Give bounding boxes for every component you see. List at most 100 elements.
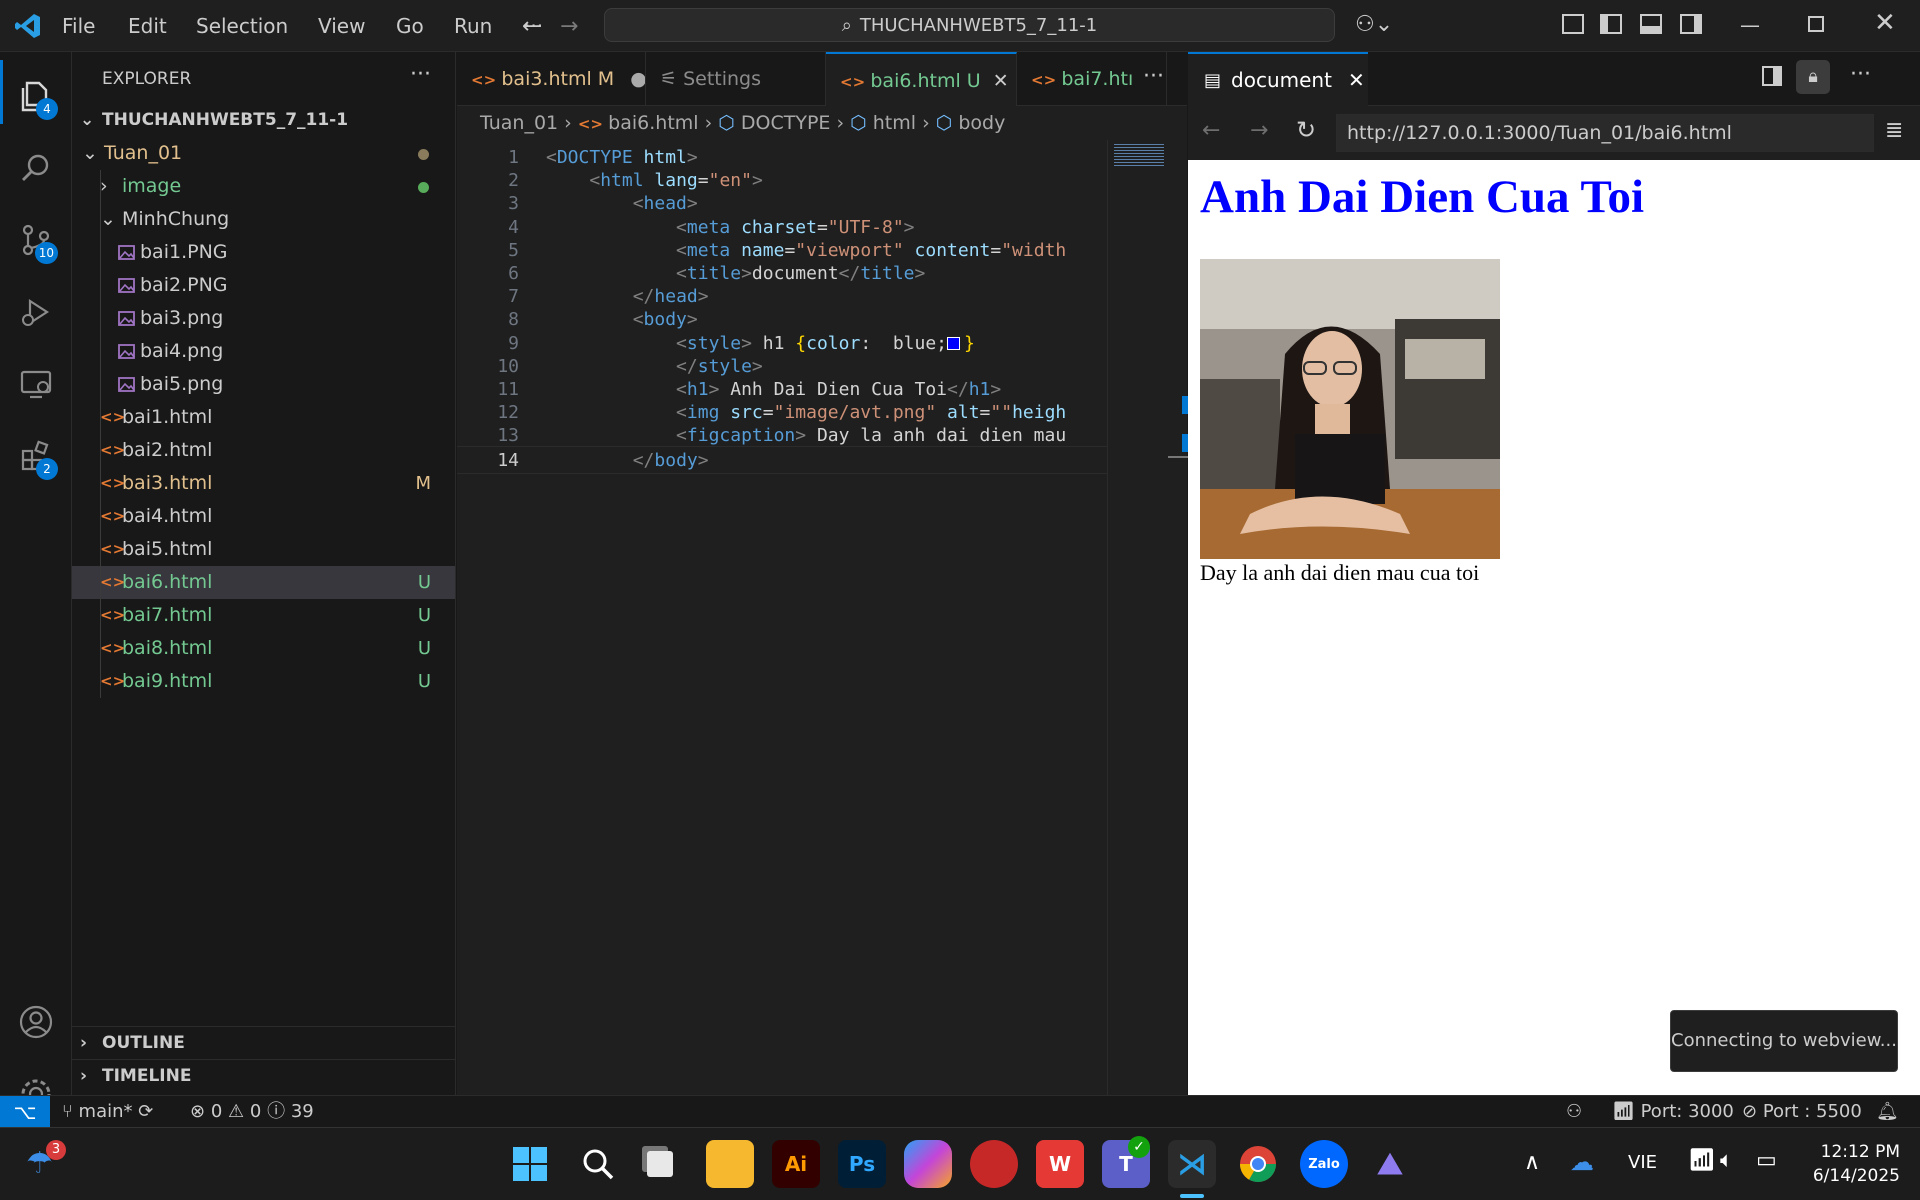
taskbar-search-icon[interactable] bbox=[574, 1140, 622, 1188]
tree-item[interactable]: ⌄ Tuan_01 bbox=[72, 137, 455, 170]
toggle-panel-icon[interactable] bbox=[1640, 14, 1662, 34]
back-arrow-icon[interactable]: ← bbox=[1202, 118, 1220, 143]
zalo-icon[interactable]: Zalo bbox=[1300, 1140, 1348, 1188]
explorer-icon[interactable]: 4 bbox=[0, 60, 72, 132]
timeline-section[interactable]: › TIMELINE bbox=[72, 1059, 455, 1092]
breadcrumb-item[interactable]: bai6.html bbox=[608, 112, 698, 134]
account-icon[interactable] bbox=[0, 986, 72, 1058]
close-tab-icon[interactable]: ✕ bbox=[1348, 68, 1365, 92]
volume-icon[interactable]: 🔈︎ bbox=[1720, 1148, 1733, 1173]
unsaved-dot-icon[interactable]: ● bbox=[624, 68, 645, 90]
back-arrow-icon[interactable]: ← bbox=[522, 14, 540, 39]
extensions-icon[interactable]: 2 bbox=[0, 420, 72, 492]
copilot-status-icon[interactable]: ⚇ bbox=[1566, 1096, 1582, 1128]
color-swatch-icon[interactable] bbox=[947, 337, 961, 351]
workspace-root[interactable]: ⌄ THUCHANHWEBT5_7_11-1 bbox=[72, 104, 455, 137]
editor-tab[interactable]: ⚟ Settings bbox=[646, 52, 826, 106]
menu-file[interactable]: File bbox=[52, 0, 105, 52]
port-3000-status[interactable]: 📶︎ Port: 3000 bbox=[1612, 1096, 1734, 1128]
error-icon: ⊗ bbox=[190, 1101, 206, 1122]
breadcrumb-item[interactable]: Tuan_01 bbox=[480, 112, 558, 134]
tree-item[interactable]: bai4.png bbox=[72, 335, 455, 368]
forward-arrow-icon[interactable]: → bbox=[560, 14, 578, 39]
photoshop-icon[interactable]: Ps bbox=[838, 1140, 886, 1188]
tree-item[interactable]: <> bai9.html U bbox=[72, 665, 455, 698]
split-editor-icon[interactable] bbox=[1762, 66, 1782, 86]
menu-edit[interactable]: Edit bbox=[118, 0, 177, 52]
lock-group-icon[interactable]: 🔒︎ bbox=[1796, 60, 1830, 94]
notifications-bell-icon[interactable]: 🔔︎ bbox=[1876, 1096, 1899, 1128]
tree-item[interactable]: <> bai1.html bbox=[72, 401, 455, 434]
file-explorer-icon[interactable] bbox=[706, 1140, 754, 1188]
reload-icon[interactable]: ↻ bbox=[1296, 116, 1316, 144]
tree-item[interactable]: <> bai6.html U bbox=[72, 566, 455, 599]
command-center[interactable]: ⌕ THUCHANHWEBT5_7_11-1 bbox=[604, 8, 1335, 42]
editor-tab[interactable]: <> bai6.html U ✕ bbox=[826, 52, 1017, 106]
tree-item[interactable]: <> bai3.html M bbox=[72, 467, 455, 500]
source-control-icon[interactable]: 10 bbox=[0, 204, 72, 276]
more-actions-icon[interactable]: ··· bbox=[410, 62, 431, 87]
search-icon[interactable] bbox=[0, 132, 72, 204]
preview-more-icon[interactable]: ··· bbox=[1850, 62, 1871, 87]
tree-item[interactable]: <> bai4.html bbox=[72, 500, 455, 533]
address-bar[interactable]: http://127.0.0.1:3000/Tuan_01/bai6.html bbox=[1336, 114, 1874, 152]
task-view-icon[interactable] bbox=[636, 1140, 684, 1188]
app-red-icon[interactable] bbox=[970, 1140, 1018, 1188]
menu-selection[interactable]: Selection bbox=[186, 0, 298, 52]
menu-run[interactable]: Run bbox=[444, 0, 502, 52]
onedrive-icon[interactable]: ☁ bbox=[1570, 1148, 1594, 1176]
tree-item[interactable]: ⌄ MinhChung bbox=[72, 203, 455, 236]
clock[interactable]: 12:12 PM 6/14/2025 bbox=[1790, 1140, 1900, 1188]
remote-explorer-icon[interactable] bbox=[0, 348, 72, 420]
restore-icon[interactable] bbox=[1808, 16, 1824, 32]
branch-status[interactable]: ⑂ main* ⟳ bbox=[62, 1096, 153, 1128]
close-tab-icon[interactable]: ✕ bbox=[987, 70, 1009, 92]
start-windows-icon[interactable] bbox=[506, 1140, 554, 1188]
forward-arrow-icon[interactable]: → bbox=[1250, 118, 1268, 143]
input-language[interactable]: VIE bbox=[1628, 1152, 1657, 1173]
tree-item[interactable]: bai1.PNG bbox=[72, 236, 455, 269]
editor-tab[interactable]: <> bai3.html M ● bbox=[457, 52, 646, 106]
breadcrumb-item[interactable]: DOCTYPE bbox=[741, 112, 831, 134]
tree-item[interactable]: <> bai2.html bbox=[72, 434, 455, 467]
preview-menu-icon[interactable]: ≣ bbox=[1885, 118, 1903, 143]
remote-indicator-icon[interactable]: ⌥ bbox=[0, 1096, 50, 1128]
chrome-icon[interactable] bbox=[1234, 1140, 1282, 1188]
tree-item[interactable]: › image bbox=[72, 170, 455, 203]
minimap[interactable] bbox=[1107, 140, 1188, 1095]
show-hidden-icons[interactable]: ∧ bbox=[1524, 1150, 1540, 1175]
vscode-taskbar-icon[interactable]: ⋊ bbox=[1168, 1140, 1216, 1188]
menu-view[interactable]: View bbox=[308, 0, 375, 52]
illustrator-icon[interactable]: Ai bbox=[772, 1140, 820, 1188]
editor-more-icon[interactable]: ··· bbox=[1143, 64, 1164, 89]
run-debug-icon[interactable] bbox=[0, 276, 72, 348]
tree-item[interactable]: <> bai8.html U bbox=[72, 632, 455, 665]
chevron-down-icon: ⌄ bbox=[82, 142, 98, 164]
preview-tab[interactable]: ▤ document ✕ bbox=[1188, 52, 1368, 106]
menu-go[interactable]: Go bbox=[386, 0, 434, 52]
wifi-icon[interactable]: 📶︎ bbox=[1688, 1148, 1716, 1173]
toggle-secondary-sidebar-icon[interactable] bbox=[1680, 14, 1702, 34]
breadcrumb-item[interactable]: body bbox=[958, 112, 1005, 134]
minimize-icon[interactable]: — bbox=[1740, 13, 1760, 37]
outline-section[interactable]: › OUTLINE bbox=[72, 1026, 455, 1059]
close-window-icon[interactable]: ✕ bbox=[1874, 8, 1896, 38]
copilot-app-icon[interactable] bbox=[904, 1140, 952, 1188]
toggle-sidebar-icon[interactable] bbox=[1600, 14, 1622, 34]
copilot-icon[interactable]: ⚇⌄ bbox=[1355, 12, 1393, 37]
wps-office-icon[interactable]: W bbox=[1036, 1140, 1084, 1188]
customize-layout-icon[interactable] bbox=[1562, 14, 1584, 34]
tree-item[interactable]: <> bai5.html bbox=[72, 533, 455, 566]
problems-status[interactable]: ⊗ 0 ⚠ 0 ⓘ 39 bbox=[190, 1096, 314, 1128]
breadcrumb-item[interactable]: html bbox=[873, 112, 916, 134]
tree-item[interactable]: bai2.PNG bbox=[72, 269, 455, 302]
tree-item[interactable]: bai5.png bbox=[72, 368, 455, 401]
port-5500-status[interactable]: ⊘ Port : 5500 bbox=[1742, 1096, 1862, 1128]
battery-icon[interactable]: ▭ bbox=[1756, 1148, 1777, 1173]
code-line[interactable]: 14 </body> bbox=[457, 445, 1107, 475]
tree-item[interactable]: <> bai7.html U bbox=[72, 599, 455, 632]
app-mountain-icon[interactable]: ⛰ bbox=[1366, 1140, 1414, 1188]
code-area[interactable]: 1 <DOCTYPE html> 2 <html lang="en"> 3 <head… bbox=[457, 140, 1107, 1095]
tree-item[interactable]: bai3.png bbox=[72, 302, 455, 335]
